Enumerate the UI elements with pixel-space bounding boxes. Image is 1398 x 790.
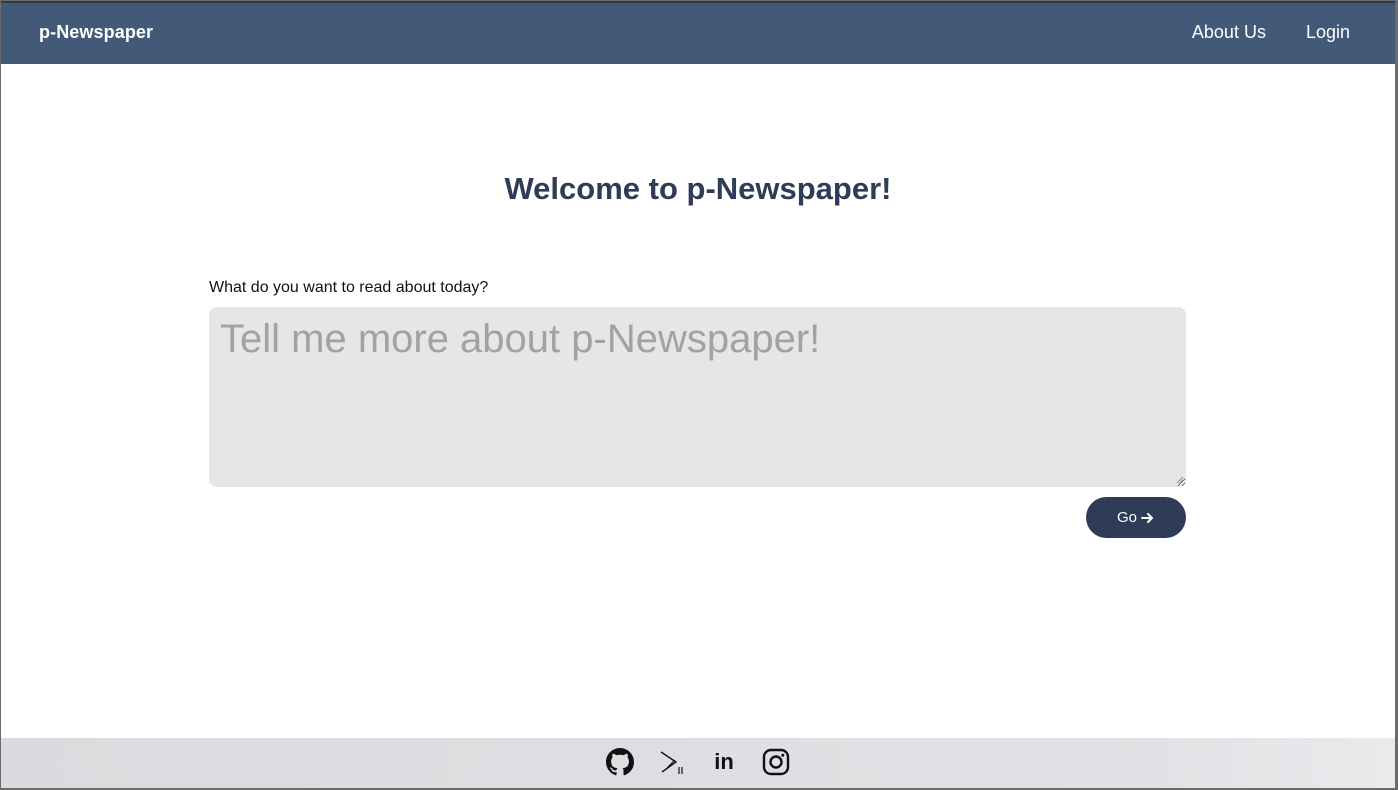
- brand-logo-link[interactable]: p-Newspaper: [39, 22, 153, 43]
- linkedin-icon[interactable]: in: [709, 747, 739, 777]
- footer: in: [1, 738, 1395, 788]
- nav-link-about-us[interactable]: About Us: [1192, 22, 1266, 43]
- go-button[interactable]: Go: [1086, 497, 1186, 538]
- nav-links: About Us Login: [1192, 22, 1350, 43]
- top-navbar: p-Newspaper About Us Login: [1, 1, 1395, 64]
- query-label: What do you want to read about today?: [209, 279, 489, 296]
- github-icon[interactable]: [605, 747, 635, 777]
- arrow-right-icon: [1141, 512, 1153, 523]
- page-title: Welcome to p-Newspaper!: [504, 171, 892, 206]
- instagram-icon[interactable]: [761, 747, 791, 777]
- substack-icon[interactable]: [657, 747, 687, 777]
- go-button-label: Go: [1116, 509, 1137, 526]
- page-frame: p-Newspaper About Us Login Welcome to p-…: [0, 0, 1398, 790]
- resize-handle-icon[interactable]: [1176, 476, 1184, 484]
- nav-link-login[interactable]: Login: [1306, 22, 1350, 43]
- query-textarea[interactable]: [209, 307, 1186, 487]
